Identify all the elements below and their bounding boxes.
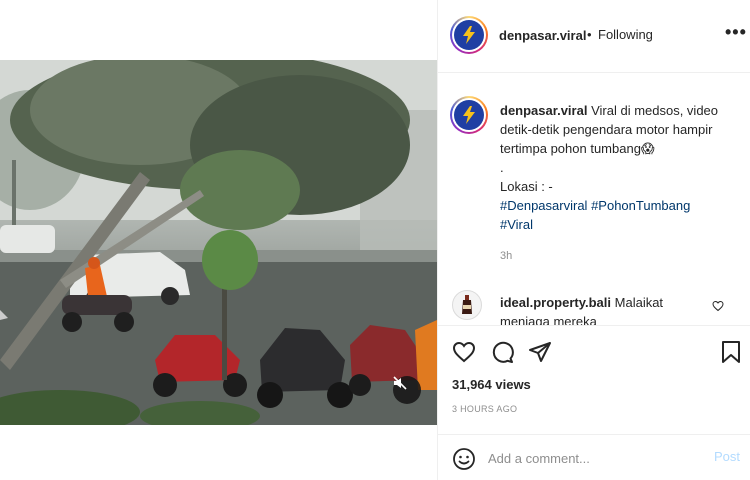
caption-username[interactable]: denpasar.viral xyxy=(500,103,587,118)
more-options-button[interactable]: ••• xyxy=(725,22,747,43)
media-area xyxy=(0,0,437,480)
lightning-bolt-icon xyxy=(463,106,475,124)
caption-location: Lokasi : - xyxy=(500,179,553,194)
caption-area: denpasar.viral Viral di medsos, video de… xyxy=(438,74,750,325)
caption-avatar[interactable] xyxy=(450,96,488,134)
comment-like-heart-icon[interactable] xyxy=(712,300,724,312)
add-comment-bar: Post xyxy=(438,434,750,480)
mute-button[interactable] xyxy=(393,376,421,404)
caption-dot: . xyxy=(500,160,504,175)
muted-speaker-icon xyxy=(393,376,407,390)
hashtag-viral[interactable]: #Viral xyxy=(500,217,533,232)
post-comment-button[interactable]: Post xyxy=(714,449,740,464)
hashtag-pohontumbang[interactable]: #PohonTumbang xyxy=(591,198,690,213)
paper-plane-icon[interactable] xyxy=(528,340,552,364)
caption-timestamp: 3h xyxy=(500,250,513,262)
post-video[interactable] xyxy=(0,60,437,425)
comment-bubble-icon[interactable] xyxy=(490,340,514,364)
lightning-bolt-icon xyxy=(463,26,475,44)
hashtag-denpasarviral[interactable]: #Denpasarviral xyxy=(500,198,587,213)
smiley-icon[interactable] xyxy=(452,447,476,471)
header-separator: • xyxy=(587,27,592,42)
actions-bar: 31,964 views 3 HOURS AGO xyxy=(438,325,750,445)
comment-username[interactable]: ideal.property.bali xyxy=(500,295,611,310)
post-header: denpasar.viral • Following ••• xyxy=(438,0,750,73)
scream-emoji: 😱 xyxy=(640,141,655,156)
comment-text: ideal.property.bali Malaikat menjaga mer… xyxy=(500,293,710,325)
following-button[interactable]: Following xyxy=(598,27,653,42)
comment-input[interactable] xyxy=(488,448,688,468)
video-frame-scene xyxy=(0,60,437,425)
bookmark-icon[interactable] xyxy=(720,340,742,364)
post-date[interactable]: 3 HOURS AGO xyxy=(452,404,517,414)
commenter-avatar[interactable] xyxy=(452,290,482,320)
header-avatar[interactable] xyxy=(450,16,488,54)
post-panel: denpasar.viral • Following ••• denpasar.… xyxy=(437,0,750,480)
header-username[interactable]: denpasar.viral xyxy=(499,28,586,43)
heart-icon[interactable] xyxy=(452,340,476,364)
bottle-logo-icon xyxy=(462,295,472,314)
caption-text: denpasar.viral Viral di medsos, video de… xyxy=(500,101,740,234)
view-count[interactable]: 31,964 views xyxy=(452,377,531,392)
